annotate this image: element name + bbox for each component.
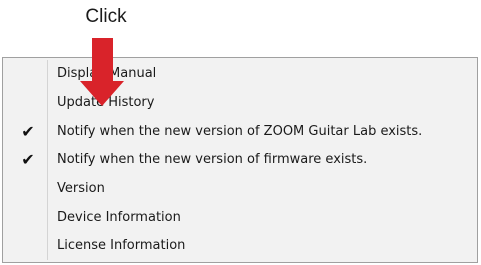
menu-item-label: Device Information xyxy=(57,210,181,225)
checkmark-icon xyxy=(18,232,38,260)
menu-item-update-history[interactable]: Update History xyxy=(3,89,477,117)
click-annotation-label: Click xyxy=(85,6,127,27)
checkmark-icon xyxy=(18,175,38,203)
menu-item-notify-firmware-update[interactable]: ✔ Notify when the new version of firmwar… xyxy=(3,146,477,174)
checkmark-icon xyxy=(18,60,38,88)
checkmark-icon: ✔ xyxy=(21,150,35,169)
menu-item-label: Version xyxy=(57,181,105,196)
checkmark-icon: ✔ xyxy=(21,122,35,141)
menu-item-label: License Information xyxy=(57,238,186,253)
menu-item-device-information[interactable]: Device Information xyxy=(3,204,477,232)
checkmark-icon xyxy=(18,89,38,117)
menu-item-display-manual[interactable]: Display Manual xyxy=(3,60,477,88)
menu-item-label: Notify when the new version of ZOOM Guit… xyxy=(57,124,423,139)
menu-item-license-information[interactable]: License Information xyxy=(3,232,477,260)
menu-item-label: Update History xyxy=(57,95,155,110)
menu-item-label: Display Manual xyxy=(57,66,157,81)
menu-item-notify-app-update[interactable]: ✔ Notify when the new version of ZOOM Gu… xyxy=(3,118,477,146)
context-menu: Display Manual Update History ✔ Notify w… xyxy=(2,57,478,263)
menu-item-label: Notify when the new version of firmware … xyxy=(57,152,368,167)
checkmark-icon xyxy=(18,204,38,232)
menu-item-version[interactable]: Version xyxy=(3,175,477,203)
